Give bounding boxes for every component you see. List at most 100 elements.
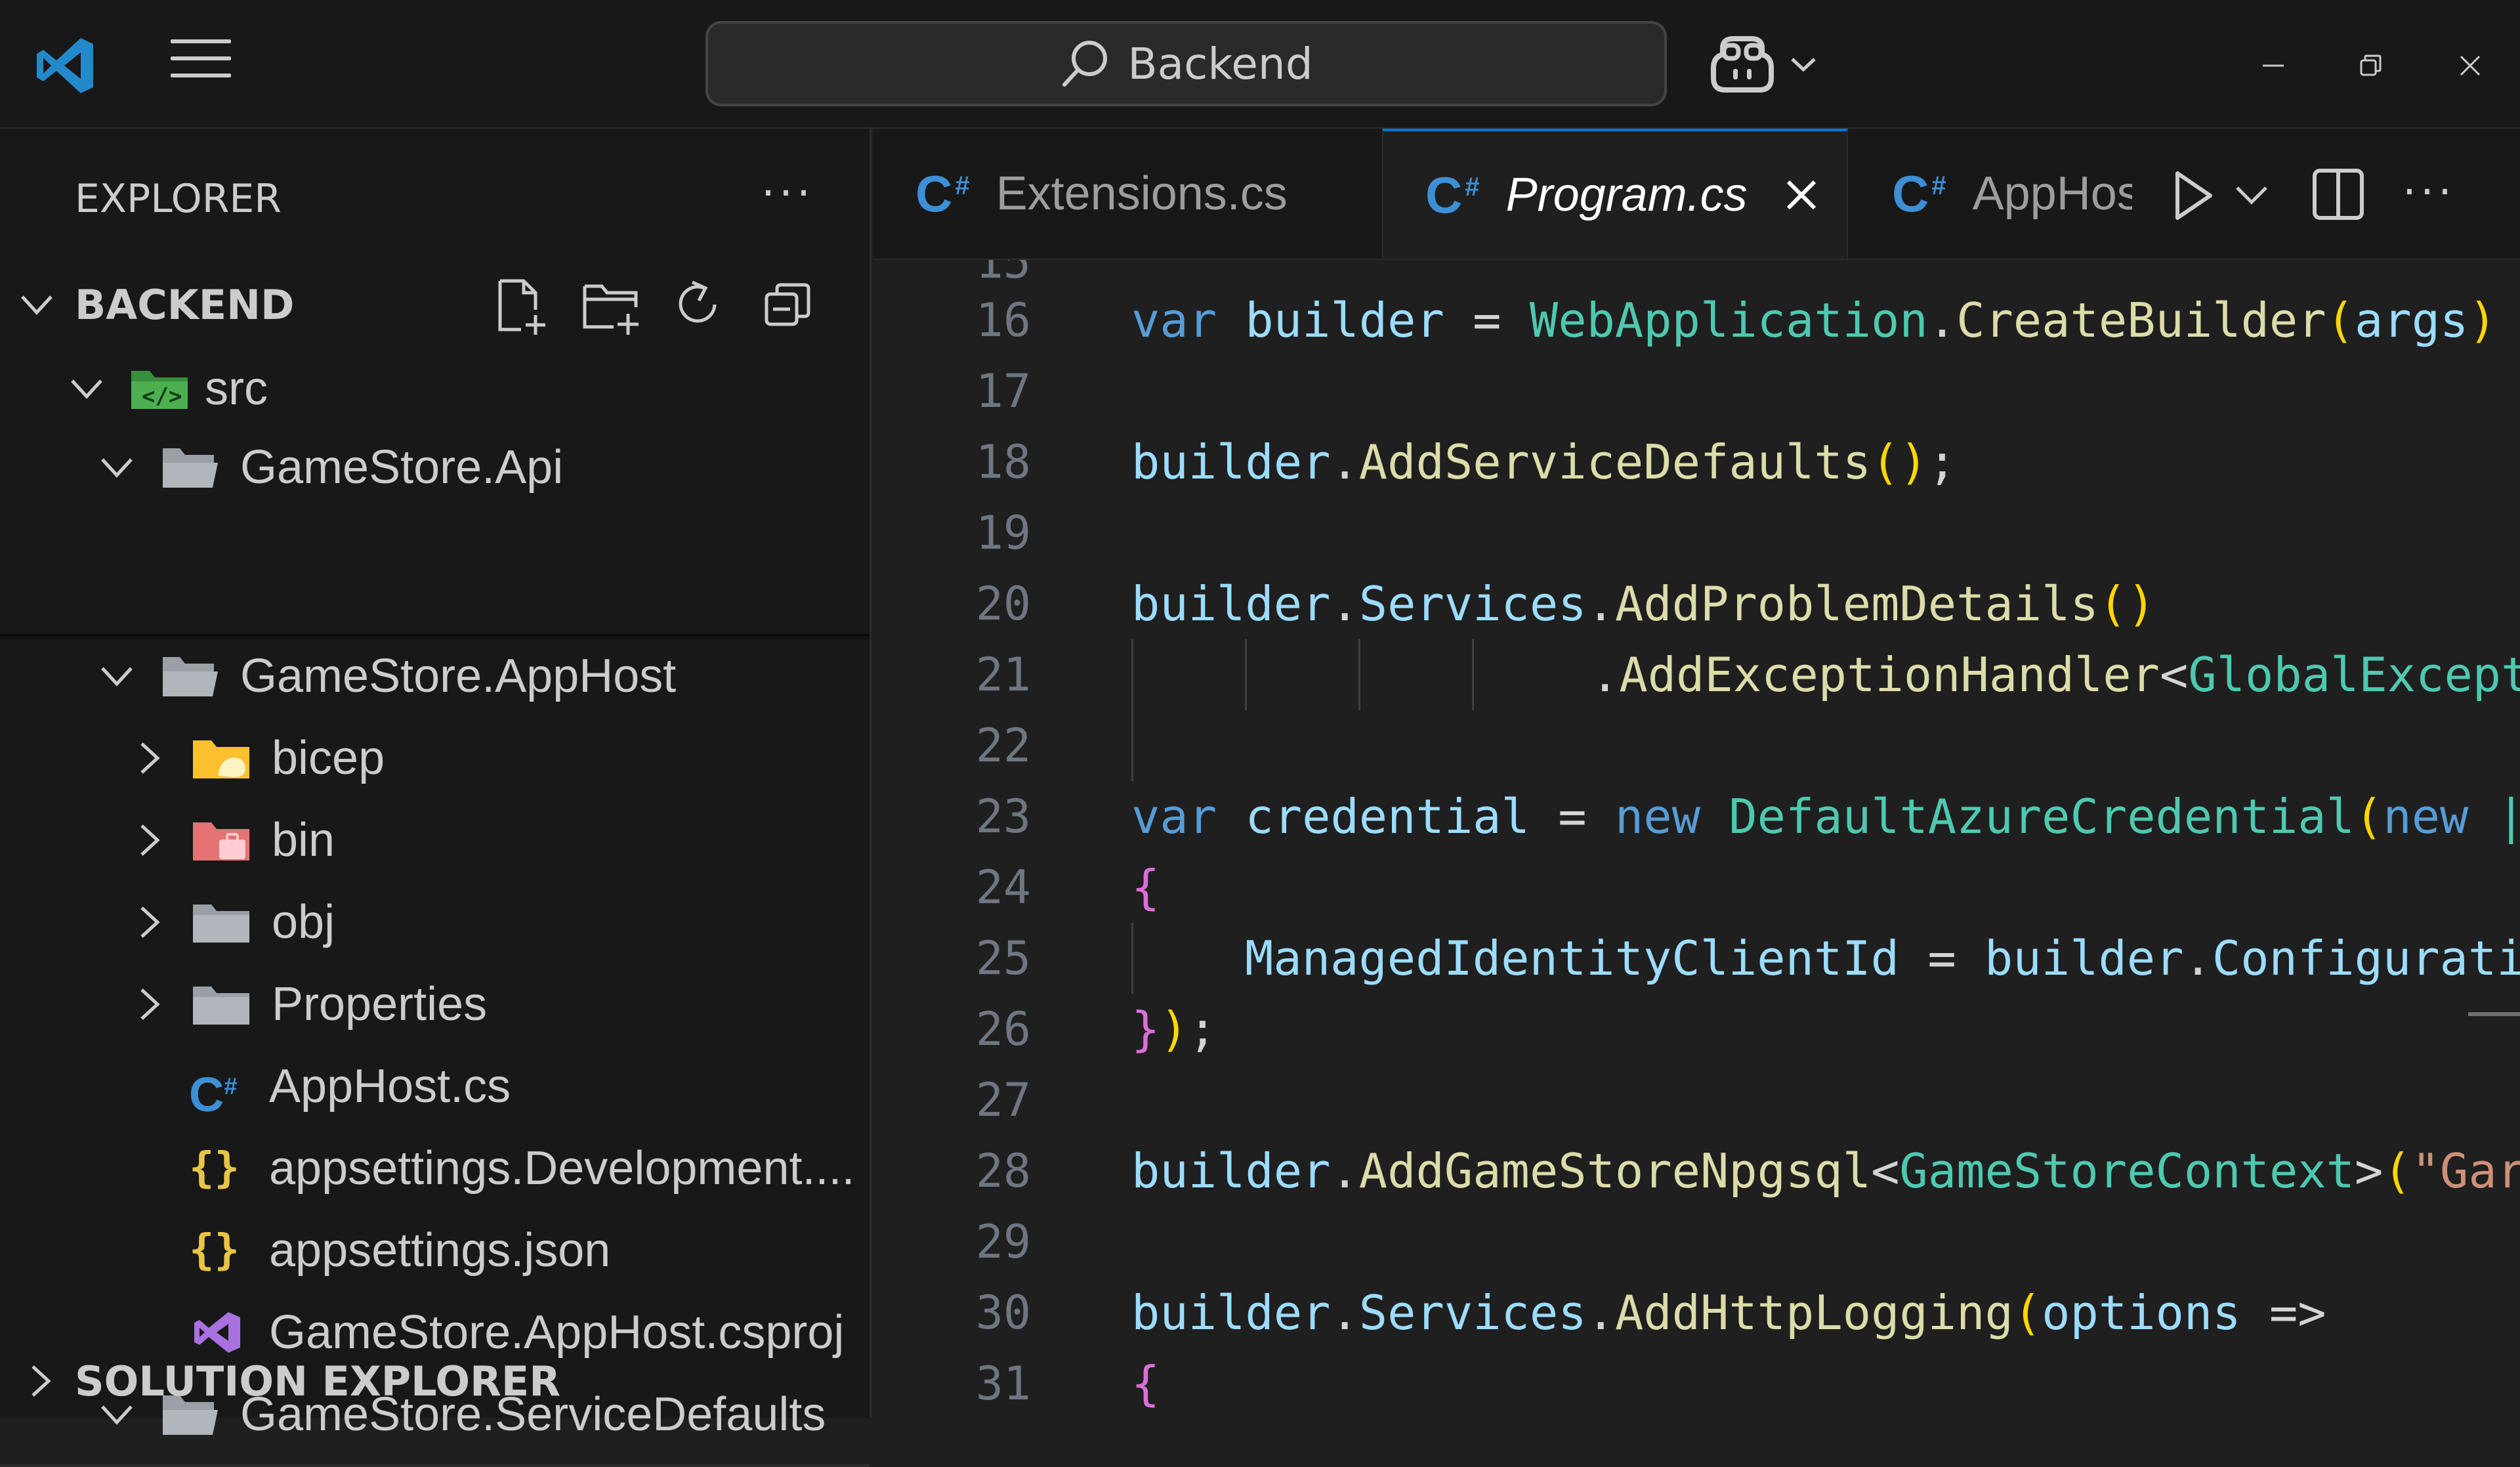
code-text: { [1131,1356,1160,1411]
tree-item-appsettings-development[interactable]: {} appsettings.Development.... [0,1128,870,1209]
tree-item-gamestore-apphost[interactable]: GameStore.AppHost [0,635,870,717]
copilot-menu[interactable] [1710,32,1841,97]
csharp-file-icon: C# [1425,165,1480,224]
title-bar: Backend [0,0,2520,129]
line-number: 27 [975,1073,1031,1127]
split-editor-icon[interactable] [2311,167,2366,222]
tree-label: bicep [272,732,385,784]
code-text: }); [1131,1002,1217,1057]
chevron-down-icon [101,458,133,478]
code-line: 29 [873,1206,2520,1277]
editor-tab-bar: C # Extensions.cs C # Program.cs C # AppHos… [873,129,2520,260]
editor-more-actions-icon[interactable]: ··· [2403,167,2456,217]
vscode-logo-icon[interactable] [33,33,98,98]
tree-item-appsettings-json[interactable]: {} appsettings.json [0,1210,870,1291]
explorer-sidebar: EXPLORER ··· BACKEND </> src GameStore.A… [0,129,872,1467]
run-options-chevron-down-icon[interactable] [2232,181,2271,210]
code-editor[interactable]: 15 16 var builder = WebApplication.Creat… [873,260,2520,1418]
tree-item-apphost-cs[interactable]: C# AppHost.cs [0,1046,870,1127]
tree-item-properties[interactable]: Properties [0,964,870,1045]
code-text: builder.AddServiceDefaults(); [1131,435,1957,490]
code-text: var builder = WebApplication.CreateBuild… [1131,293,2497,348]
close-tab-icon[interactable] [1782,175,1821,215]
tab-extensions-cs[interactable]: C # Extensions.cs [873,129,1379,259]
restore-button[interactable] [2338,33,2403,98]
line-number: 23 [975,790,1031,843]
overview-ruler-mark [2468,1012,2520,1016]
src-folder-icon: </> [131,371,188,410]
tab-apphost-cs[interactable]: C # AppHos [1850,129,2132,259]
section-solution-label: SOLUTION EXPLORER [75,1357,560,1405]
chevron-down-icon [71,379,102,399]
code-line: 28 builder.AddGameStoreNpgsql<GameStoreC… [873,1136,2520,1206]
chevron-down-icon [101,667,133,687]
tab-program-cs[interactable]: C # Program.cs [1382,129,1848,259]
line-number: 24 [975,861,1031,914]
folder-open-icon [163,657,218,696]
code-line: 20 builder.Services.AddProblemDetails() [873,568,2520,639]
tree-label: appsettings.Development.... [269,1142,855,1195]
csharp-file-icon: C# [189,1067,238,1122]
tree-label: GameStore.Api [240,441,564,494]
restore-icon [2360,54,2382,76]
folder-icon [193,904,249,943]
code-line: 16 var builder = WebApplication.CreateBu… [873,285,2520,356]
hamburger-menu-icon[interactable] [168,39,234,92]
line-number: 17 [975,364,1031,418]
command-center-text: Backend [1127,38,1313,89]
command-center-search[interactable]: Backend [705,21,1667,106]
indent-guide [1131,639,1133,781]
collapse-all-icon[interactable] [761,278,814,331]
explorer-more-actions-icon[interactable]: ··· [761,168,814,219]
code-line: 31 { [873,1348,2520,1418]
line-number: 31 [975,1357,1031,1411]
tree-item-obj[interactable]: obj [0,882,870,963]
line-number: 22 [975,719,1031,773]
line-number: 19 [975,506,1031,560]
line-number: 25 [975,931,1031,985]
code-text: { [1131,860,1160,915]
code-text: builder.AddGameStoreNpgsql<GameStoreCont… [1131,1143,2520,1199]
chevron-right-icon [140,824,160,856]
bin-folder-icon [193,822,249,861]
indent-guide [1131,923,1133,994]
code-text: builder.Services.AddProblemDetails() [1131,576,2156,631]
section-solution-explorer[interactable]: SOLUTION EXPLORER [0,1344,872,1418]
tree-item-bicep[interactable]: bicep [0,717,870,799]
tree-label: appsettings.json [269,1224,611,1277]
tab-label: Program.cs [1505,169,1748,221]
section-backend[interactable]: BACKEND [0,268,872,341]
code-text: .AddExceptionHandler<GlobalExcept [1591,647,2520,702]
line-number: 28 [975,1144,1031,1198]
line-number: 20 [975,577,1031,631]
line-number: 29 [975,1215,1031,1269]
line-number: 16 [975,293,1031,347]
new-folder-icon[interactable] [581,277,643,336]
line-number: 18 [975,435,1031,489]
line-number: 30 [975,1286,1031,1340]
json-file-icon: {} [189,1144,240,1193]
close-window-button[interactable] [2437,33,2503,98]
code-line: 24 { [873,852,2520,923]
folder-icon [193,987,249,1025]
indent-guide [1472,639,1474,710]
section-backend-label: BACKEND [75,280,295,329]
code-text: builder.Services.AddHttpLogging(options … [1131,1285,2326,1340]
minimize-icon [2263,64,2284,67]
refresh-icon[interactable] [673,278,725,331]
tree-item-src[interactable]: </> src [0,348,870,429]
code-line: 27 [873,1065,2520,1136]
tree-label: bin [272,814,335,866]
new-file-icon[interactable] [492,277,551,336]
tree-item-bin[interactable]: bin [0,799,870,881]
run-play-icon[interactable] [2170,169,2216,222]
minimize-button[interactable] [2240,33,2306,98]
tree-item-gamestore-api[interactable]: GameStore.Api [0,427,870,508]
tab-label: AppHos [1972,167,2132,220]
code-text: ManagedIdentityClientId = builder.Config… [1245,931,2520,986]
code-line: 19 [873,498,2520,568]
code-line: 21 .AddExceptionHandler<GlobalExcept [873,639,2520,710]
indent-guide [1245,639,1247,710]
code-line: 26 }); [873,994,2520,1065]
csharp-file-icon: C# [915,164,970,223]
